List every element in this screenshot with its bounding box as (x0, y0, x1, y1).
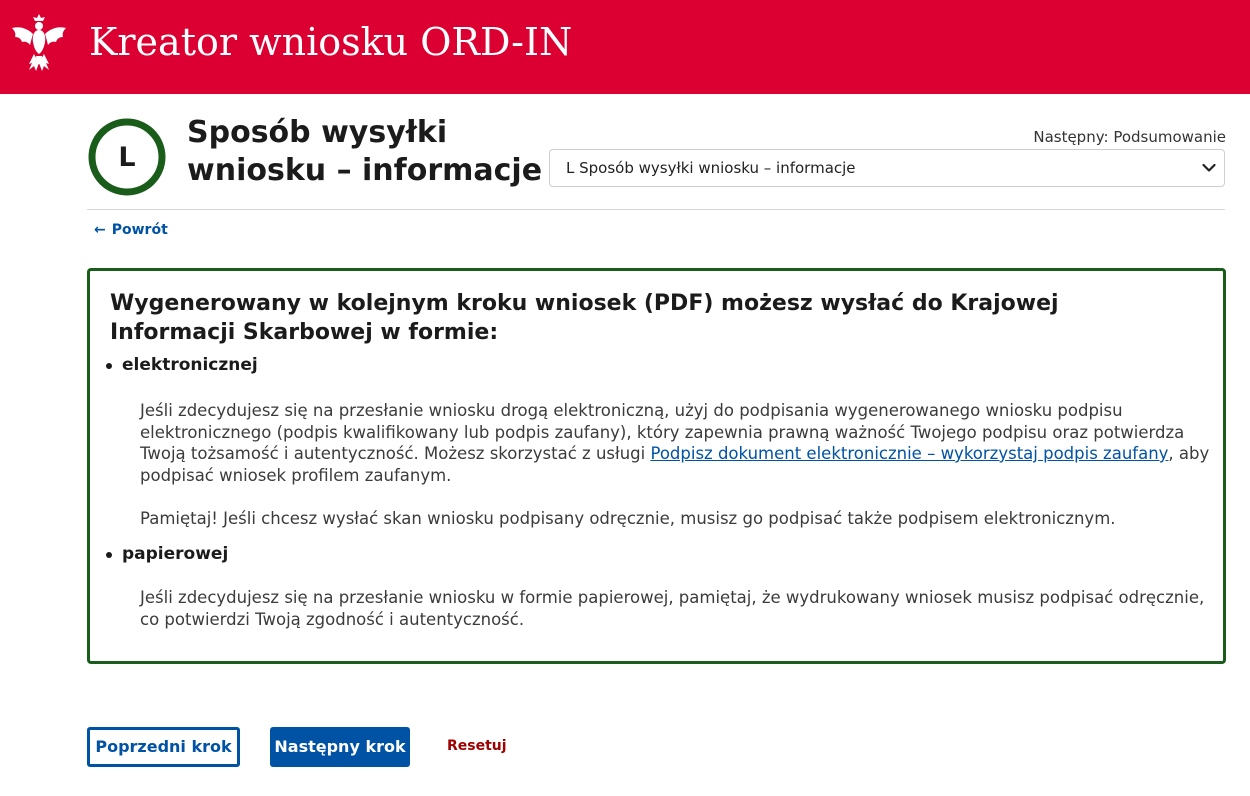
list-item-electronic: elektronicznej (106, 355, 258, 375)
reset-button[interactable]: Resetuj (447, 738, 507, 754)
info-heading: Wygenerowany w kolejnym kroku wniosek (P… (110, 291, 1059, 345)
signature-service-link[interactable]: Podpisz dokument elektronicznie – wykorz… (650, 444, 1168, 463)
list-item-label: elektronicznej (122, 355, 258, 375)
back-link[interactable]: ← Powrót (94, 222, 168, 238)
next-step-button[interactable]: Następny krok (270, 727, 410, 767)
step-letter: L (118, 142, 136, 173)
step-select[interactable]: L Sposób wysyłki wniosku – informacje (549, 149, 1225, 187)
header-bar: Kreator wniosku ORD-IN (0, 0, 1250, 94)
page-title-line1: Sposób wysyłki (187, 115, 448, 150)
list-item-label: papierowej (122, 544, 229, 564)
next-step-label: Następny: Podsumowanie (1033, 128, 1226, 146)
polish-eagle-emblem-icon (12, 14, 66, 71)
arrow-left-icon: ← (94, 222, 106, 238)
page-title-line2: wniosku – informacje (187, 153, 543, 188)
electronic-paragraph: Jeśli zdecydujesz się na przesłanie wnio… (140, 400, 1220, 486)
previous-step-button[interactable]: Poprzedni krok (87, 727, 240, 767)
paper-paragraph: Jeśli zdecydujesz się na przesłanie wnio… (140, 588, 1205, 629)
bullet-dot (106, 552, 112, 558)
divider (87, 209, 1225, 210)
chevron-down-icon (1202, 163, 1216, 172)
info-box: Wygenerowany w kolejnym kroku wniosek (P… (87, 268, 1226, 664)
electronic-note-paragraph: Pamiętaj! Jeśli chcesz wysłać skan wnios… (140, 509, 1116, 528)
back-link-label: Powrót (111, 222, 168, 238)
page-title: Sposób wysyłki wniosku – informacje (187, 114, 557, 190)
bullet-dot (106, 363, 112, 369)
list-item-paper: papierowej (106, 544, 229, 564)
app-title: Kreator wniosku ORD-IN (89, 20, 573, 64)
step-select-value: L Sposób wysyłki wniosku – informacje (566, 159, 856, 177)
